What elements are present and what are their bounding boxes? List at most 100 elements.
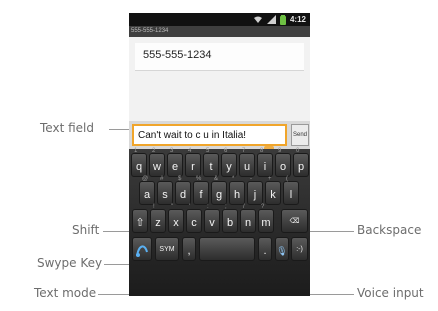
key-v[interactable]: :v [204,204,220,233]
callout-voice-input: Voice input [357,286,424,300]
space-key[interactable] [199,237,255,261]
key-n[interactable]: / n [240,204,256,233]
callout-backspace: Backspace [357,223,422,237]
key-secondary-label: : [207,204,209,210]
key-secondary-label: " [171,204,174,210]
key-label: a [143,189,151,201]
key-secondary-label: ( [286,176,288,182]
title-bar: 555-555-1234 [129,26,310,37]
key-label: t [209,161,213,173]
key-secondary-label: 0 [296,148,300,154]
key-k[interactable]: + k [265,176,281,205]
status-bar: 4:12 [129,13,310,26]
key-label: f [199,189,203,201]
wifi-icon [253,16,262,23]
key-label: v [209,217,215,229]
key-label: l [289,189,293,201]
backspace-key[interactable]: ⌫ [281,209,308,233]
key-secondary-label: & [214,176,219,182]
swype-key[interactable] [132,237,152,261]
key-secondary-label: ; [225,204,227,210]
key-secondary-label: 9 [278,148,282,154]
key-label: k [270,189,276,201]
composer-bar: Can't wait to c u in Italia! Send [129,121,310,149]
key-x[interactable]: " x [168,204,184,233]
signal-icon [266,15,276,24]
swype-logo-icon [136,245,148,257]
message-text: Can't wait to c u in Italia! [138,130,247,141]
key-secondary-label: ' [189,204,191,210]
key-label: u [243,161,251,173]
key-secondary-label: + [268,176,272,182]
key-secondary-label: 1 [134,148,138,154]
key-secondary-label: 8 [260,148,264,154]
send-button[interactable]: Send [291,124,309,146]
key-l[interactable]: (l [283,176,299,205]
backspace-icon: ⌫ [289,218,300,225]
microphone-icon: 🎙 [276,246,288,256]
key-label: z [155,217,161,229]
key-label: g [215,189,223,201]
key-label: w [153,161,161,173]
key-label: b [226,217,234,229]
key-c[interactable]: ' c [186,204,202,233]
swype-keyboard: 1q2w3e4r5t6y7u8i9o0p @ a # s $ d% f & g * h - j + k(l … [129,148,310,296]
key-label: d [179,189,187,201]
recipient-number: 555-555-1234 [143,49,212,61]
key-p[interactable]: 0p [293,148,309,177]
key-z[interactable]: ! z [150,204,166,233]
key-secondary-label: 7 [242,148,246,154]
key-label: s [162,189,168,201]
key-secondary-label: 6 [224,148,228,154]
message-text-field[interactable]: Can't wait to c u in Italia! [132,124,287,146]
key-label: q [135,161,143,173]
callout-text-mode: Text mode [34,286,97,300]
key-y[interactable]: 6y [221,148,237,177]
conversation-area: 555-555-1234 [129,37,310,123]
callout-shift: Shift [72,223,100,237]
key-secondary-label: / [243,204,245,210]
key-label: p [297,161,305,173]
voice-input-key[interactable]: 🎙 [275,237,289,261]
keyboard-row-2: @ a # s $ d% f & g * h - j + k(l [129,176,310,207]
recipient-field[interactable]: 555-555-1234 [135,43,304,71]
key-secondary-label: # [160,176,164,182]
key-secondary-label: * [232,176,235,182]
key-label: r [191,161,195,173]
callout-text-field: Text field [40,121,94,135]
key-label: c [191,217,197,229]
comma-key[interactable]: , [182,237,196,261]
key-label: h [233,189,241,201]
key-label: i [263,161,267,173]
key-secondary-label: 4 [188,148,192,154]
key-secondary-label: 2 [152,148,156,154]
key-label: n [244,217,252,229]
sym-key[interactable]: SYM [155,237,179,261]
key-secondary-label: 3 [170,148,174,154]
key-secondary-label: % [196,176,202,182]
key-b[interactable]: ; b [222,204,238,233]
shift-icon: ⇧ [135,217,145,229]
phone-screen: 4:12 555-555-1234 555-555-1234 Can't wai… [129,13,310,296]
keyboard-row-4: SYM , . 🎙 :-) [129,237,310,263]
key-o[interactable]: 9o [275,148,291,177]
key-label: x [173,217,179,229]
battery-icon [279,14,286,25]
key-label: y [226,161,232,173]
emoticon-key[interactable]: :-) [291,237,308,261]
status-time: 4:12 [289,15,306,24]
key-shift[interactable]: ⇧ [132,209,148,233]
key-secondary-label: - [250,176,252,182]
key-m[interactable]: ? m [258,204,274,233]
key-label: e [171,161,179,173]
keyboard-row-1: 1q2w3e4r5t6y7u8i9o0p [129,148,310,179]
key-secondary-label: $ [178,176,182,182]
key-secondary-label: ? [261,204,265,210]
period-key[interactable]: . [258,237,272,261]
key-secondary-label: 5 [206,148,210,154]
key-u[interactable]: 7u [239,148,255,177]
key-label: j [253,189,257,201]
callout-swype-key: Swype Key [37,256,103,270]
key-label: o [279,161,287,173]
key-label: m [261,217,271,229]
